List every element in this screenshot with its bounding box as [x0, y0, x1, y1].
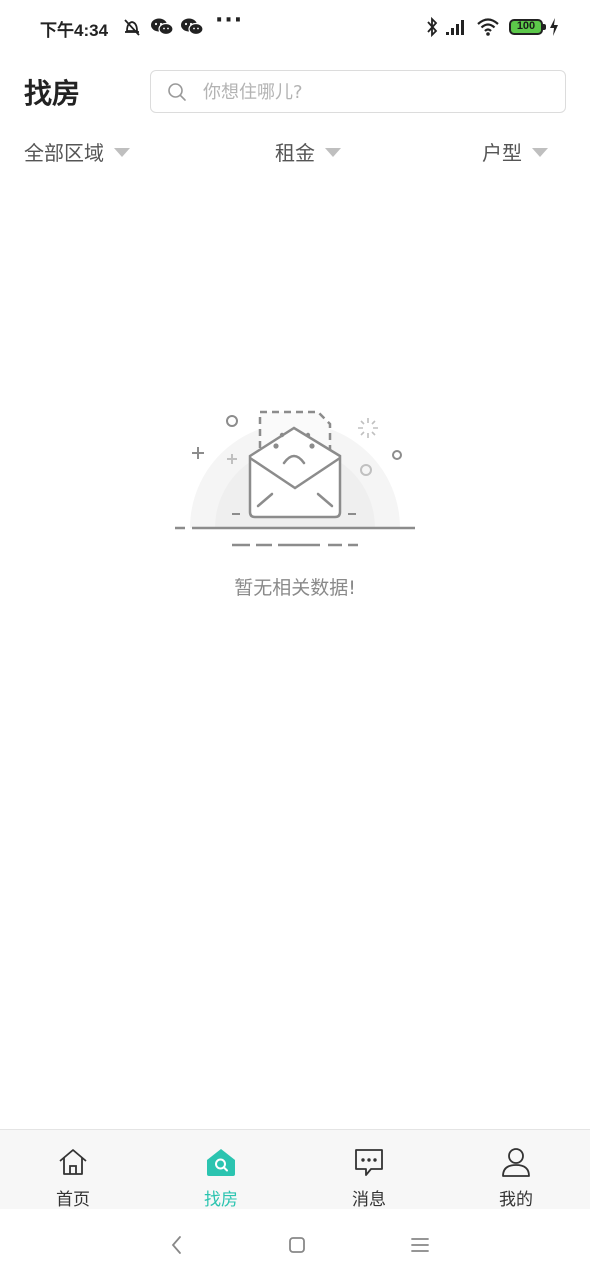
- more-notifications-icon: ···: [215, 8, 244, 33]
- caret-down-icon: [325, 148, 341, 157]
- tab-messages-label: 消息: [352, 1190, 386, 1210]
- search-input[interactable]: [203, 79, 543, 105]
- search-icon: [168, 83, 186, 101]
- home-icon: [59, 1149, 87, 1175]
- wechat-icon: [181, 18, 204, 36]
- bluetooth-icon: [427, 16, 438, 38]
- user-icon: [502, 1148, 530, 1177]
- tab-home[interactable]: 首页: [23, 1130, 123, 1210]
- alarm-off-icon: [124, 19, 140, 36]
- home-button-icon[interactable]: [283, 1231, 311, 1259]
- empty-state-message: 暂无相关数据!: [234, 577, 356, 599]
- signal-icon: [446, 20, 464, 35]
- caret-down-icon: [532, 148, 548, 157]
- charging-icon: [550, 18, 558, 36]
- tab-find-house-label: 找房: [204, 1190, 238, 1210]
- tab-bar: 首页 找房 消息 我的: [0, 1129, 590, 1210]
- wifi-icon: [477, 18, 499, 36]
- battery-level: 100: [516, 20, 536, 32]
- filter-area-label: 全部区域: [24, 140, 104, 165]
- house-search-icon: [207, 1149, 235, 1176]
- empty-mailbox-icon: [175, 410, 415, 547]
- page-title: 找房: [24, 77, 81, 110]
- filter-rent-label: 租金: [275, 140, 315, 165]
- filter-rent[interactable]: 租金: [275, 136, 341, 166]
- search-box[interactable]: [150, 70, 566, 113]
- caret-down-icon: [114, 148, 130, 157]
- tab-find-house[interactable]: 找房: [171, 1130, 271, 1210]
- battery-tip: [543, 24, 546, 30]
- tab-home-label: 首页: [56, 1190, 90, 1210]
- tab-profile[interactable]: 我的: [466, 1130, 566, 1210]
- message-icon: [355, 1149, 383, 1176]
- status-time: 下午4:34: [40, 21, 109, 40]
- menu-icon[interactable]: [406, 1231, 434, 1259]
- filter-layout-label: 户型: [482, 140, 522, 165]
- filter-area[interactable]: 全部区域: [24, 136, 130, 166]
- tab-profile-label: 我的: [499, 1190, 533, 1210]
- battery-icon: 100: [509, 19, 543, 35]
- wechat-icon: [151, 18, 174, 36]
- tab-messages[interactable]: 消息: [319, 1130, 419, 1210]
- system-navigation-bar: [0, 1209, 590, 1280]
- filter-layout[interactable]: 户型: [482, 136, 548, 166]
- status-bar: 下午4:34 ··· 100: [0, 0, 590, 56]
- back-icon[interactable]: [163, 1231, 191, 1259]
